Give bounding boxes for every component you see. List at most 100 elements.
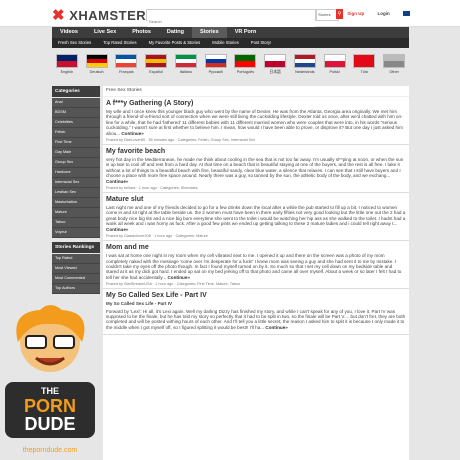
flag-icon <box>323 54 346 68</box>
continue-link[interactable]: Continue» <box>106 179 128 184</box>
continue-link[interactable]: Continue» <box>167 275 189 280</box>
flag-5[interactable]: Русский <box>203 54 229 80</box>
story-item: My favorite beach very hot day in the Med… <box>103 145 409 194</box>
story-title[interactable]: My favorite beach <box>106 148 406 155</box>
flag-11[interactable]: Other <box>381 54 407 80</box>
flag-1[interactable]: Deutsch <box>84 54 110 80</box>
story-excerpt: very hot day in the Mediterranean, he ma… <box>106 157 406 184</box>
flag-icon <box>145 54 168 68</box>
category-link[interactable]: Group Sex <box>52 158 100 168</box>
mascot-url: theporndude.com <box>23 447 78 454</box>
story-text: Last night me and one of my friends deci… <box>106 205 406 227</box>
ranking-link[interactable]: Most Commented <box>52 274 100 284</box>
flag-icon <box>174 54 197 68</box>
category-link[interactable]: Taboo <box>52 218 100 228</box>
main-nav: Videos Live Sex Photos Dating Stories VR Porn <box>52 27 409 38</box>
story-title[interactable]: A f***y Gathering (A Story) <box>106 100 406 107</box>
flag-4[interactable]: Italiano <box>173 54 199 80</box>
subnav-item[interactable]: My Favorite Posts & Stories <box>143 38 207 48</box>
story-title[interactable]: Mature slut <box>106 196 406 203</box>
nav-videos[interactable]: Videos <box>52 27 86 38</box>
login-link[interactable]: Login <box>377 11 389 16</box>
flag-0[interactable]: English <box>54 54 80 80</box>
nav-photos[interactable]: Photos <box>124 27 159 38</box>
ranking-link[interactable]: Top Rated <box>52 254 100 264</box>
flag-icon <box>115 54 138 68</box>
continue-link[interactable]: Continue» <box>265 325 287 330</box>
flag-3[interactable]: Español <box>143 54 169 80</box>
top-links: Sign Up Login <box>335 11 410 17</box>
category-link[interactable]: First Time <box>52 138 100 148</box>
category-link[interactable]: Interracial Sex <box>52 178 100 188</box>
flag-8[interactable]: Nederlands <box>292 54 318 80</box>
sidebar: Categories Anal BDSM Celebrities Fetish Firs… <box>52 86 100 294</box>
story-meta: Posted by StarStream/USA · 1 hour ago · … <box>106 282 241 287</box>
flag-label: Other <box>389 70 399 74</box>
flag-icon <box>383 54 406 68</box>
story-meta: Posted by DickLover69 · 36 minutes ago ·… <box>106 138 256 143</box>
flag-icon <box>85 54 108 68</box>
story-title[interactable]: My So Called Sex Life - Part IV <box>106 292 406 299</box>
category-link[interactable]: Celebrities <box>52 118 100 128</box>
ranking-link[interactable]: Most Viewed <box>52 264 100 274</box>
search-input[interactable] <box>147 16 315 27</box>
logo-x-icon: ✖ <box>52 7 66 24</box>
ranking-link[interactable]: Top Authors <box>52 284 100 294</box>
flag-icon <box>353 54 376 68</box>
flag-10[interactable]: Türk <box>351 54 377 80</box>
story-text: Forward by 'Lexi': Hi all, it's Lexi aga… <box>106 308 406 330</box>
mascot-glasses-right <box>53 335 75 349</box>
rankings-heading: Stories Rankings <box>52 242 100 253</box>
mascot-line1: THE <box>41 386 59 396</box>
story-excerpt: Last night me and one of my friends deci… <box>106 205 406 232</box>
flag-label: 日本語 <box>269 70 281 74</box>
site-logo[interactable]: ✖ XHAMSTER <box>52 6 146 24</box>
subnav-item[interactable]: Fresh Sex Stories <box>52 38 97 48</box>
porn-dude-mascot[interactable]: THE PORN DUDE theporndude.com <box>0 302 100 460</box>
nav-live-sex[interactable]: Live Sex <box>86 27 124 38</box>
flag-9[interactable]: Polski <box>322 54 348 80</box>
mascot-glasses-left <box>25 335 47 349</box>
category-link[interactable]: Masturbation <box>52 198 100 208</box>
flag-label: Русский <box>208 70 223 74</box>
category-link[interactable]: BDSM <box>52 108 100 118</box>
category-link[interactable]: Gay Male <box>52 148 100 158</box>
categories-heading: Categories <box>52 86 100 97</box>
flag-icon <box>264 54 287 68</box>
nav-dating[interactable]: Dating <box>159 27 192 38</box>
flag-label: Türk <box>360 70 369 74</box>
story-excerpt: My wife and I once knew this younger bla… <box>106 109 406 136</box>
flag-label: Français <box>119 70 134 74</box>
language-flag-icon[interactable] <box>403 11 410 17</box>
continue-link[interactable]: Continue» <box>106 227 128 232</box>
mascot-line3: DUDE <box>24 414 75 434</box>
flag-2[interactable]: Français <box>113 54 139 80</box>
nav-stories[interactable]: Stories <box>192 27 227 38</box>
story-subtitle: My So Called Sex Life - Part IV <box>106 301 173 307</box>
subnav-item[interactable]: Post Story! <box>245 38 277 48</box>
flag-label: Deutsch <box>89 70 104 74</box>
nav-vr-porn[interactable]: VR Porn <box>227 27 265 38</box>
flag-label: Español <box>149 70 163 74</box>
signup-link[interactable]: Sign Up <box>347 11 364 16</box>
flag-label: Nederlands <box>295 70 315 74</box>
flag-icon <box>234 54 257 68</box>
flag-7[interactable]: 日本語 <box>262 54 288 80</box>
category-link[interactable]: Anal <box>52 98 100 108</box>
category-link[interactable]: Voyeur <box>52 228 100 238</box>
category-link[interactable]: Hardcore <box>52 168 100 178</box>
flag-icon <box>204 54 227 68</box>
search-box[interactable] <box>146 9 316 27</box>
continue-link[interactable]: Continue» <box>121 131 143 136</box>
flag-label: Polski <box>329 70 340 74</box>
content-heading: Free Sex Stories <box>103 86 409 97</box>
category-link[interactable]: Fetish <box>52 128 100 138</box>
story-title[interactable]: Mom and me <box>106 244 406 251</box>
flag-icon <box>55 54 78 68</box>
flag-6[interactable]: Português <box>232 54 258 80</box>
category-link[interactable]: Mature <box>52 208 100 218</box>
story-item: A f***y Gathering (A Story) My wife and I… <box>103 97 409 146</box>
subnav-item[interactable]: Mobile Stories <box>206 38 245 48</box>
subnav-item[interactable]: Top Rated Stories <box>97 38 142 48</box>
category-link[interactable]: Lesbian Sex <box>52 188 100 198</box>
